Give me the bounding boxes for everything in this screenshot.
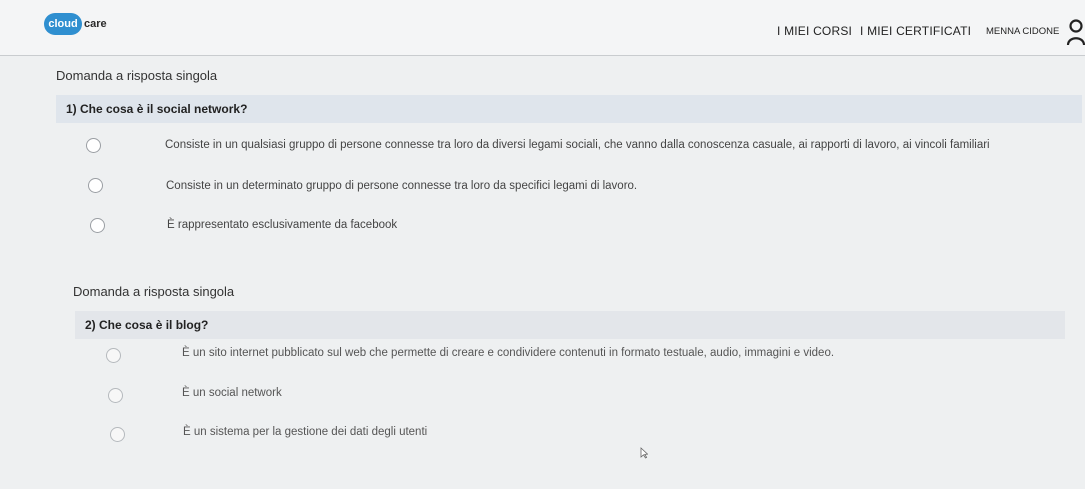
radio-button[interactable] — [106, 348, 121, 363]
question-title: 2) Che cosa è il blog? — [85, 318, 209, 332]
answer-option-label[interactable]: Consiste in un qualsiasi gruppo di perso… — [165, 139, 990, 151]
top-navigation-bar: cloud care I MIEI CORSI I MIEI CERTIFICA… — [0, 0, 1085, 56]
radio-button[interactable] — [108, 388, 123, 403]
answer-option-label[interactable]: È un sistema per la gestione dei dati de… — [183, 426, 427, 438]
radio-button[interactable] — [110, 427, 125, 442]
nav-my-courses[interactable]: I MIEI CORSI — [777, 24, 852, 38]
answer-option[interactable] — [88, 178, 103, 193]
logo-cloud: cloud — [44, 13, 82, 35]
logo-care: care — [84, 18, 107, 30]
radio-button[interactable] — [88, 178, 103, 193]
answer-option[interactable] — [106, 348, 121, 363]
question-type-label: Domanda a risposta singola — [73, 284, 235, 299]
question-title-bar: 2) Che cosa è il blog? — [75, 311, 1065, 339]
answer-option[interactable] — [86, 138, 101, 153]
answer-option-label[interactable]: È un social network — [182, 387, 282, 399]
answer-option-label[interactable]: È rappresentato esclusivamente da facebo… — [167, 219, 397, 231]
user-name[interactable]: MENNA CIDONE — [986, 26, 1059, 37]
question-title: 1) Che cosa è il social network? — [66, 102, 248, 116]
answer-option[interactable] — [90, 218, 105, 233]
user-icon[interactable] — [1066, 18, 1085, 46]
cloudcare-logo[interactable]: cloud care — [44, 13, 107, 35]
question-type-label: Domanda a risposta singola — [56, 68, 218, 83]
answer-option[interactable] — [110, 427, 125, 442]
answer-option-label[interactable]: Consiste in un determinato gruppo di per… — [166, 180, 637, 192]
question-title-bar: 1) Che cosa è il social network? — [56, 95, 1082, 123]
radio-button[interactable] — [90, 218, 105, 233]
mouse-cursor-icon — [640, 447, 648, 459]
radio-button[interactable] — [86, 138, 101, 153]
answer-option-label[interactable]: È un sito internet pubblicato sul web ch… — [182, 347, 834, 359]
answer-option[interactable] — [108, 388, 123, 403]
nav-my-certificates[interactable]: I MIEI CERTIFICATI — [860, 24, 971, 38]
